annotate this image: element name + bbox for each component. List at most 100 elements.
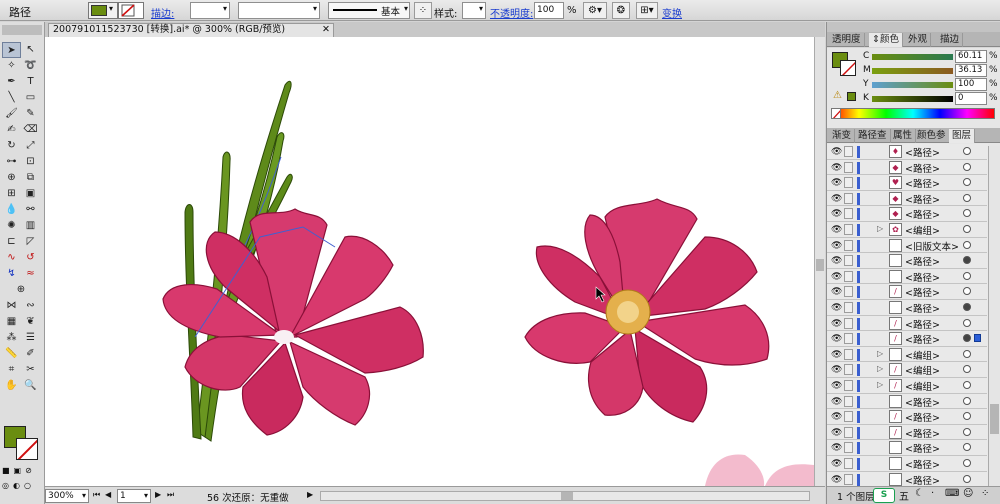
target-circle-icon[interactable]: [963, 427, 971, 436]
eye-icon[interactable]: 👁: [831, 209, 842, 219]
rotate-tool-icon[interactable]: ↻: [2, 138, 21, 154]
isolate-icon[interactable]: ❂: [612, 2, 630, 19]
tab-stroke[interactable]: 描边: [937, 33, 964, 47]
expand-triangle-icon[interactable]: ▷: [877, 349, 883, 358]
layer-name[interactable]: <路径>: [905, 145, 940, 159]
lock-toggle[interactable]: [844, 317, 853, 329]
next-artboard-icon[interactable]: ▶: [155, 490, 161, 499]
stroke-weight-field[interactable]: ▾: [190, 2, 230, 19]
layer-row[interactable]: 👁 ▷ / <编组>: [827, 362, 987, 379]
eye-icon[interactable]: 👁: [831, 147, 842, 157]
layer-row[interactable]: 👁 / <路径>: [827, 331, 987, 347]
eye-icon[interactable]: 👁: [831, 365, 842, 375]
wrinkle-tool-icon[interactable]: ∾: [21, 298, 40, 314]
ime-badge[interactable]: S: [873, 488, 895, 503]
layer-name[interactable]: <路径>: [905, 395, 940, 409]
eye-icon[interactable]: 👁: [831, 443, 842, 453]
layer-row[interactable]: 👁 <路径>: [827, 440, 987, 457]
layer-name[interactable]: <路径>: [905, 301, 940, 315]
horizontal-scrollbar[interactable]: [320, 491, 810, 501]
draw-mode-buttons[interactable]: ◎◐○: [2, 481, 42, 491]
prev-artboard-icon[interactable]: ◀: [105, 490, 111, 499]
layer-name[interactable]: <编组>: [905, 348, 940, 362]
lock-toggle[interactable]: [844, 224, 853, 235]
eye-icon[interactable]: 👁: [831, 194, 842, 204]
target-circle-icon[interactable]: [963, 459, 971, 467]
layer-name[interactable]: <编组>: [905, 223, 940, 237]
target-circle-icon[interactable]: [963, 365, 971, 374]
selection-tool-icon[interactable]: ➤: [2, 42, 21, 58]
yellow-slider[interactable]: [872, 82, 953, 88]
layer-row[interactable]: 👁 ◆ <路径>: [827, 159, 987, 176]
blob-brush-tool-icon[interactable]: ✍: [2, 122, 21, 138]
fill-stroke-widget[interactable]: [4, 426, 40, 462]
target-circle-icon[interactable]: [963, 412, 971, 421]
lock-toggle[interactable]: [844, 348, 853, 360]
fill-swatch[interactable]: ▾: [88, 2, 118, 19]
layer-name[interactable]: <编组>: [905, 363, 940, 377]
layer-name[interactable]: <路径>: [905, 270, 940, 284]
eye-icon[interactable]: 👁: [831, 178, 842, 188]
target-circle-icon[interactable]: [963, 443, 971, 452]
layer-row[interactable]: 👁 ♦ <路径>: [827, 144, 987, 160]
opacity-link[interactable]: 不透明度:: [490, 5, 533, 20]
ime-label[interactable]: 五: [899, 488, 909, 503]
eye-icon[interactable]: 👁: [831, 225, 842, 235]
status-menu-icon[interactable]: ▶: [307, 490, 313, 499]
eye-icon[interactable]: 👁: [831, 428, 842, 438]
lock-toggle[interactable]: [844, 364, 853, 376]
scale-tool-icon[interactable]: ⤢: [21, 138, 40, 154]
target-circle-icon[interactable]: [963, 240, 971, 249]
expand-triangle-icon[interactable]: ▷: [877, 380, 883, 389]
eye-icon[interactable]: 👁: [831, 319, 842, 329]
target-circle-icon[interactable]: [963, 193, 971, 202]
eye-icon[interactable]: 👁: [831, 459, 842, 469]
tab-layers[interactable]: 图层: [949, 129, 976, 143]
artboard-tool-icon[interactable]: ⊏: [2, 234, 21, 250]
layer-row[interactable]: 👁 ◆ <路径>: [827, 206, 987, 223]
grid-icon[interactable]: ⁘: [981, 488, 989, 499]
tab-color[interactable]: ⇕颜色: [869, 33, 903, 47]
twirl-tool-icon[interactable]: ↺: [21, 250, 40, 266]
zoom-tool-icon[interactable]: 🔍: [21, 378, 40, 394]
layers-scrollbar[interactable]: [988, 146, 1000, 486]
lasso-tool-icon[interactable]: ➰: [21, 58, 40, 74]
tab-pathfinder[interactable]: 路径查: [855, 129, 891, 143]
tab-attributes[interactable]: 属性: [890, 129, 917, 143]
layer-name[interactable]: <路径>: [905, 426, 940, 440]
layer-name[interactable]: <路径>: [905, 441, 940, 455]
color-mode-buttons[interactable]: ■▣⊘: [2, 466, 42, 476]
layer-row[interactable]: 👁 / <路径>: [827, 284, 987, 301]
zoom-dropdown[interactable]: 300% ▾: [45, 489, 89, 503]
target-circle-icon[interactable]: [963, 381, 971, 389]
lock-toggle[interactable]: [844, 146, 853, 157]
spectrum-bar[interactable]: [831, 108, 995, 119]
black-input[interactable]: 0: [955, 92, 987, 105]
target-circle-icon[interactable]: [963, 396, 971, 405]
lock-toggle[interactable]: [844, 302, 853, 313]
crystallize-tool-icon[interactable]: ▦: [2, 314, 21, 330]
layer-row[interactable]: 👁 <路径>: [827, 393, 987, 410]
mesh-tool-icon[interactable]: ⊞: [2, 186, 21, 202]
dot-icon[interactable]: ·: [931, 488, 934, 499]
eye-icon[interactable]: 👁: [831, 334, 842, 344]
magenta-input[interactable]: 36.13: [955, 64, 987, 77]
paintbrush-tool-icon[interactable]: 🖌: [2, 106, 21, 122]
lock-toggle[interactable]: [844, 380, 853, 391]
expand-triangle-icon[interactable]: ▷: [877, 224, 883, 233]
target-circle-icon[interactable]: [963, 271, 971, 280]
line-tool-icon[interactable]: ╲: [2, 90, 21, 106]
list-icon[interactable]: ☰: [21, 330, 40, 346]
lock-toggle[interactable]: [844, 239, 853, 251]
stroke-swatch[interactable]: [118, 2, 144, 19]
layer-name[interactable]: <路径>: [905, 457, 940, 471]
layer-name[interactable]: <路径>: [905, 332, 940, 346]
cyan-input[interactable]: 60.11: [955, 50, 987, 63]
scroll-thumb[interactable]: [561, 492, 573, 500]
layer-row[interactable]: 👁 / <路径>: [827, 424, 987, 441]
eye-icon[interactable]: 👁: [831, 350, 842, 360]
layer-row[interactable]: 👁 ▷ ✿ <编组>: [827, 222, 987, 238]
slice-tool-icon[interactable]: ◸: [21, 234, 40, 250]
artboard-canvas[interactable]: [45, 37, 814, 486]
eye-icon[interactable]: 👁: [831, 303, 842, 313]
